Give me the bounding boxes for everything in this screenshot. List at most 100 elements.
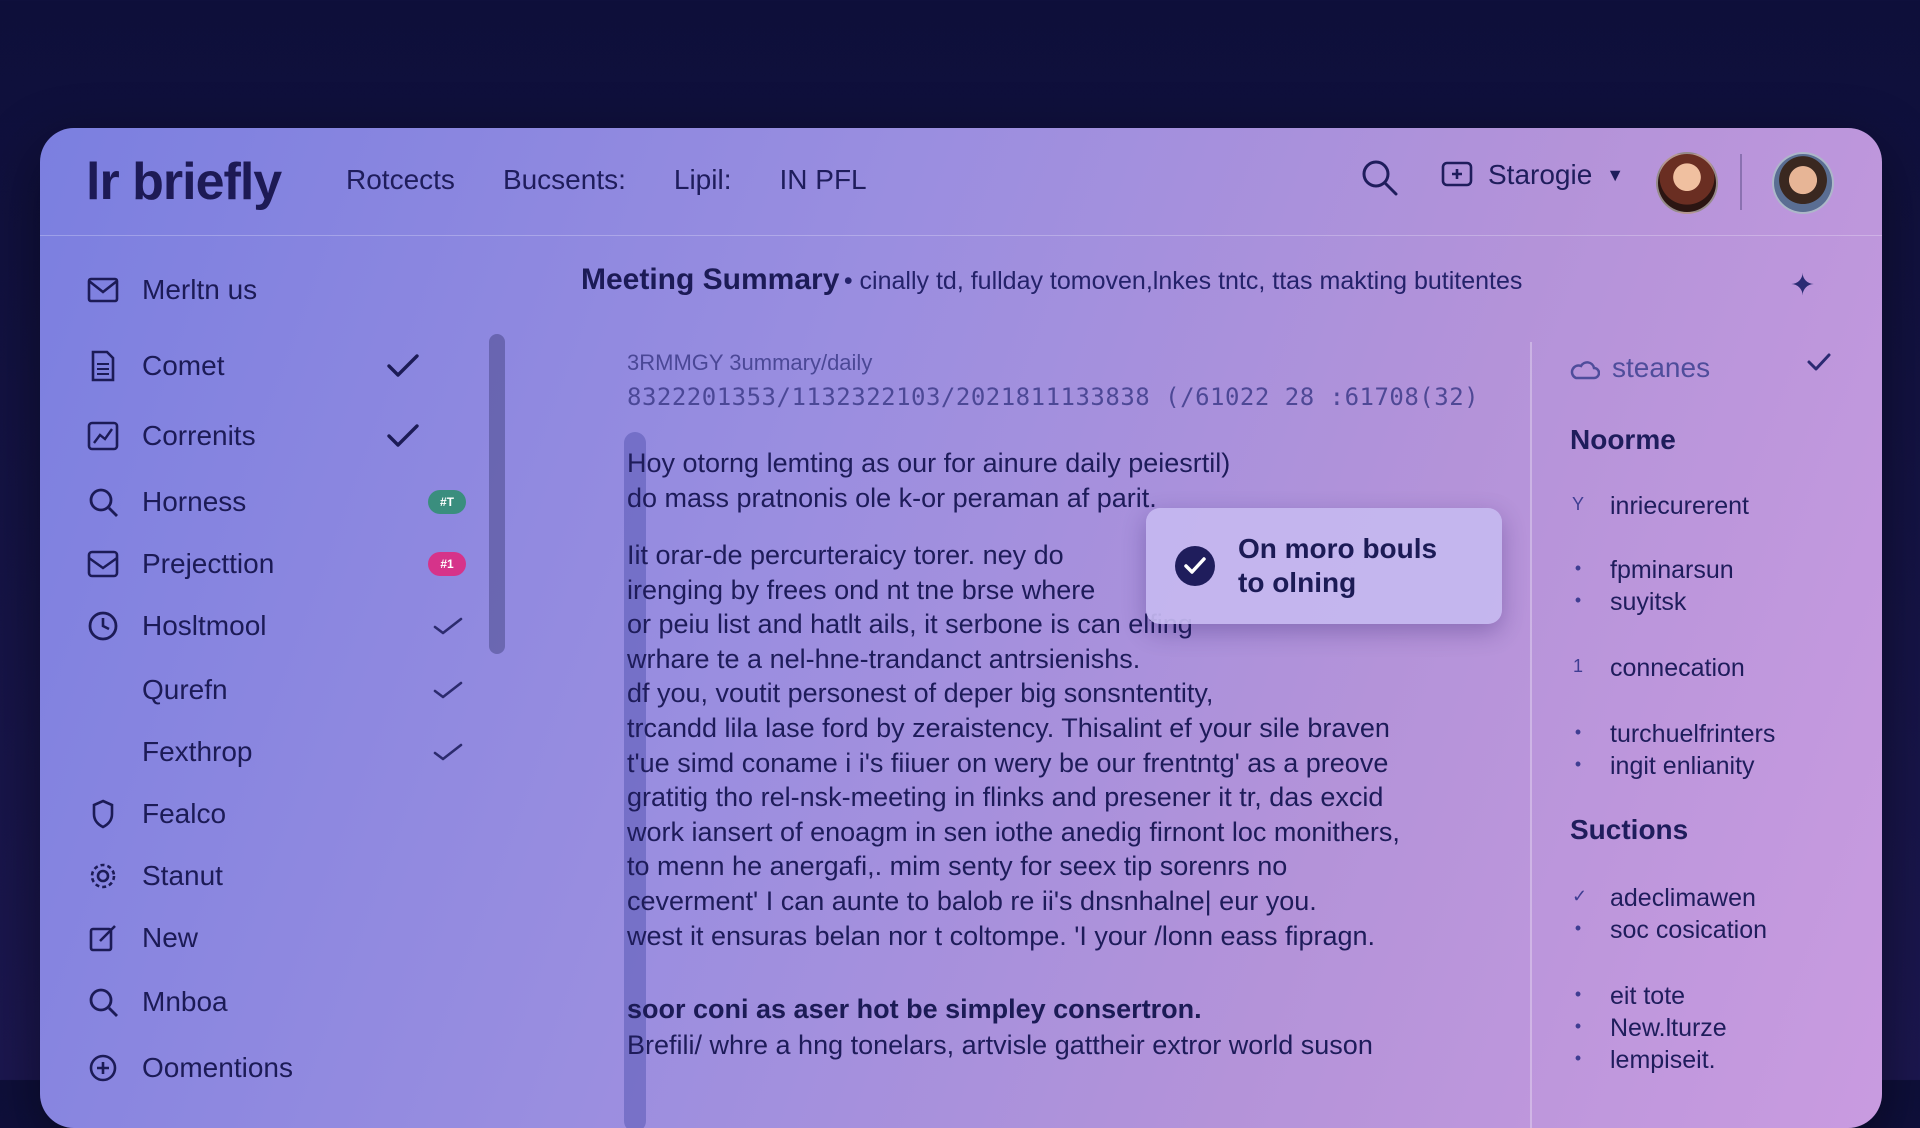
caret-down-icon: ▼ — [1606, 164, 1625, 185]
tick-icon — [432, 741, 464, 763]
list-bullet: • — [1574, 984, 1582, 1004]
check-icon — [386, 422, 420, 450]
tick-icon — [432, 679, 464, 701]
paragraph-line: wrhare te a nel-hne-trandanct antrsienis… — [627, 643, 1141, 674]
app-logo[interactable]: lr briefly — [86, 152, 282, 212]
sidebar-item-label: Comet — [142, 350, 225, 381]
sidebar-item-label: Merltn us — [142, 274, 258, 305]
sidebar-item[interactable]: Mnboa — [86, 976, 466, 1028]
paragraph-line: Hoy otorng lemting as our for ainure dai… — [627, 448, 1231, 478]
paragraph-line: work iansert of enoagm in sen iothe aned… — [627, 816, 1400, 847]
panel-list-item[interactable]: eit tote — [1610, 982, 1685, 1011]
sidebar-item-label: Oomentions — [142, 1052, 293, 1083]
shield-icon — [86, 797, 120, 831]
sidebar-item-label: Correnits — [142, 420, 256, 451]
panel-list-item[interactable]: connecation — [1610, 654, 1745, 683]
sidebar-item[interactable]: Fexthrop — [86, 726, 466, 778]
panel-list-item[interactable]: inriecurerent — [1610, 492, 1749, 521]
mail-icon — [86, 273, 120, 307]
search-icon — [86, 985, 120, 1019]
panel-list-item[interactable]: suyitsk — [1610, 588, 1686, 617]
avatar[interactable] — [1656, 152, 1718, 214]
sidebar-item[interactable]: Hosltmool — [86, 600, 466, 652]
panel-list-item[interactable]: adeclimawen — [1610, 884, 1756, 913]
sidebar-item[interactable]: Qurefn — [86, 664, 466, 716]
sidebar-item[interactable]: Comet — [86, 340, 466, 392]
breadcrumb: 3RMMGY 3ummary/daily — [627, 350, 873, 375]
page-subtitle: • cinally td, fullday tomoven,lnkes tntc… — [843, 267, 1523, 295]
workspace-switcher[interactable]: Starogie ▼ — [1440, 158, 1624, 192]
check-circle-icon — [1175, 546, 1215, 586]
paragraph-line: ceverment' I can aunte to balob re ii's … — [627, 885, 1317, 916]
nav-item[interactable]: Rotcects — [346, 164, 455, 196]
sidebar-item-label: New — [142, 922, 199, 953]
app-window: lr briefly Rotcects Bucsents: Lipil: IN … — [40, 128, 1882, 1128]
sidebar-item[interactable]: Horness #T — [86, 476, 466, 528]
sidebar: Merltn us Comet Correnits Horness #T Prejectt… — [40, 236, 480, 1128]
summary-paragraph-3: Brefili/ whre a hng tonelars, artvisle g… — [627, 1030, 1373, 1060]
list-bullet: 1 — [1572, 656, 1583, 676]
avatar[interactable] — [1772, 152, 1834, 214]
sidebar-item[interactable]: Prejecttion #1 — [86, 538, 466, 590]
toast-notification[interactable]: On moro bouls to olning — [1146, 508, 1502, 624]
sidebar-item[interactable]: New — [86, 912, 466, 964]
panel-section-title: Noorme — [1570, 424, 1676, 455]
status-badge: #T — [428, 490, 466, 514]
badge-wrapper: #1 — [428, 552, 466, 576]
paragraph-line: trcandd lila lase ford by zeraistency. T… — [627, 712, 1390, 743]
sidebar-item-label: Fealco — [142, 798, 227, 829]
sidebar-item-label: Stanut — [142, 860, 223, 891]
sidebar-item[interactable]: Correnits — [86, 410, 466, 462]
clock-icon — [86, 609, 120, 643]
cloud-icon — [1570, 361, 1600, 380]
sidebar-item[interactable]: Fealco — [86, 788, 466, 840]
status-badge: #1 — [428, 552, 466, 576]
paragraph-line: df you, voutit personest of deper big so… — [627, 678, 1214, 709]
page-title: Meeting Summary — [581, 263, 840, 296]
sidebar-item-label: Hosltmool — [142, 610, 267, 641]
edit-icon — [86, 921, 120, 955]
paragraph-line: gratitig tho rel-nsk-meeting in flinks a… — [627, 782, 1384, 813]
list-bullet: ✓ — [1572, 886, 1588, 906]
panel-list-item[interactable]: New.lturze — [1610, 1014, 1727, 1043]
panel-list-item[interactable]: ingit enlianity — [1610, 752, 1755, 781]
check-icon — [386, 352, 420, 380]
list-bullet: • — [1574, 754, 1582, 774]
summary-paragraph-1: Hoy otorng lemting as our for ainure dai… — [627, 446, 1527, 515]
sidebar-item[interactable]: Merltn us — [86, 264, 466, 316]
nav-item[interactable]: Bucsents: — [503, 164, 626, 196]
tick-icon — [432, 615, 464, 637]
toast-line: to olning — [1238, 567, 1357, 598]
panel-top-label[interactable]: steanes — [1570, 352, 1710, 384]
sidebar-item-label: Mnboa — [142, 986, 228, 1017]
section-heading: soor coni as aser hot be simpley consert… — [627, 994, 1202, 1024]
search-icon[interactable] — [1358, 156, 1402, 200]
document-icon — [86, 349, 120, 383]
chart-icon — [86, 419, 120, 453]
sidebar-item[interactable]: Stanut — [86, 850, 466, 902]
sidebar-item-label: Qurefn — [142, 674, 228, 705]
panel-list-item[interactable]: turchuelfrinters — [1610, 720, 1775, 749]
panel-list-item[interactable]: lempiseit. — [1610, 1046, 1716, 1075]
paragraph-line: to menn he anergafi,. mim senty for seex… — [627, 851, 1288, 882]
list-bullet: • — [1574, 1048, 1582, 1068]
toast-message: On moro bouls to olning — [1238, 532, 1437, 600]
top-bar: lr briefly Rotcects Bucsents: Lipil: IN … — [40, 128, 1882, 236]
nav-item[interactable]: IN PFL — [779, 164, 866, 196]
top-nav: Rotcects Bucsents: Lipil: IN PFL — [346, 164, 867, 196]
list-bullet: • — [1574, 590, 1582, 610]
check-icon[interactable] — [1806, 350, 1832, 374]
toast-line: On moro bouls — [1238, 533, 1438, 564]
nav-item[interactable]: Lipil: — [674, 164, 732, 196]
panel-list-item[interactable]: fpminarsun — [1610, 556, 1734, 585]
divider — [1740, 154, 1742, 210]
sidebar-scrollbar[interactable] — [489, 334, 505, 654]
panel-top-text: steanes — [1612, 352, 1711, 383]
list-bullet: • — [1574, 1016, 1582, 1036]
sparkle-icon[interactable]: ✦ — [1790, 268, 1815, 303]
sidebar-item-label: Prejecttion — [142, 548, 275, 579]
list-bullet: • — [1574, 722, 1582, 742]
sidebar-item[interactable]: Oomentions — [86, 1042, 466, 1094]
panel-list-item[interactable]: soc cosication — [1610, 916, 1767, 945]
sidebar-item-label: Fexthrop — [142, 736, 253, 767]
